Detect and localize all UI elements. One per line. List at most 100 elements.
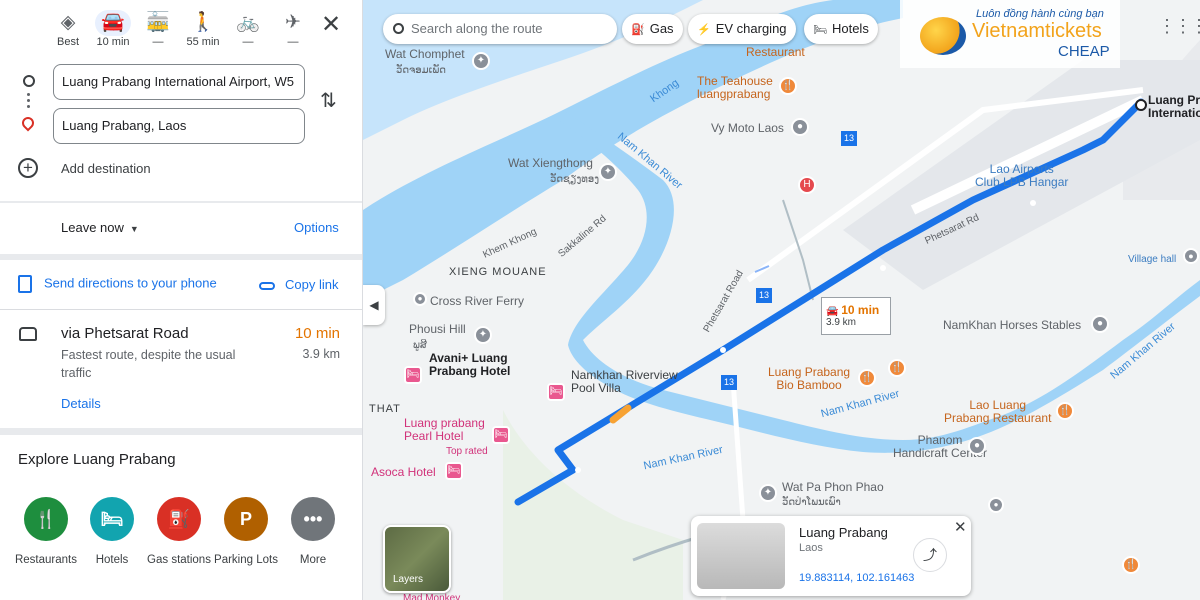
map-label[interactable]: NamKhan Horses Stables [943, 319, 1081, 332]
layers-button[interactable]: Layers [383, 525, 451, 593]
chip-label: Hotels [831, 21, 869, 36]
shop-icon[interactable]: ● [968, 437, 986, 455]
map-label: Mad Monkey [403, 593, 461, 600]
category-gas-stations[interactable]: ⛽ Gas stations [147, 497, 211, 568]
mode-flight[interactable]: ✈ — [271, 10, 315, 48]
place-coordinates[interactable]: 19.883114, 102.161463 [799, 572, 914, 584]
parking-icon: P [224, 497, 268, 541]
mode-best-label: Best [56, 36, 79, 48]
options-button[interactable]: Options [294, 220, 339, 235]
hotel-icon[interactable]: 🛏 [547, 383, 565, 401]
chip-ev-charging[interactable]: ⚡ EV charging [688, 14, 796, 44]
category-more[interactable]: ••• More [281, 497, 345, 568]
restaurant-icon[interactable]: 🍴 [858, 369, 876, 387]
restaurant-icon[interactable]: 🍴 [1056, 402, 1074, 420]
map-label[interactable]: Avani+ Luang Prabang Hotel [429, 352, 510, 378]
map-label[interactable]: Vy Moto Laos [711, 122, 784, 135]
temple-icon[interactable]: ✦ [474, 326, 492, 344]
search-along-route-input[interactable]: Search along the route [383, 14, 617, 44]
popup-time: 10 min [841, 303, 880, 317]
car-icon: 🚘 [101, 12, 125, 33]
map-label[interactable]: Wat Chomphet [385, 48, 465, 61]
map-label[interactable]: Wat Pa Phon Phao [782, 481, 884, 494]
mode-best[interactable]: ◈ Best [46, 10, 90, 48]
place-thumbnail[interactable] [697, 523, 785, 589]
chip-hotels[interactable]: 🛏 Hotels [804, 14, 878, 44]
hotel-icon[interactable]: 🛏 [445, 462, 463, 480]
mode-walking[interactable]: 🚶 55 min [181, 10, 225, 48]
swap-icon[interactable]: ⇅ [320, 88, 337, 113]
mode-driving[interactable]: 🚘 10 min [91, 10, 135, 48]
hotel-icon[interactable]: 🛏 [404, 366, 422, 384]
place-icon[interactable]: ● [988, 497, 1004, 513]
map-label[interactable]: The Teahouse luangprabang [697, 75, 773, 101]
close-icon[interactable]: ✕ [954, 518, 967, 536]
temple-icon[interactable]: ✦ [759, 484, 777, 502]
category-hotels[interactable]: 🛏 Hotels [80, 497, 144, 568]
bed-icon: 🛏 [90, 497, 134, 541]
map-label[interactable]: Wat Xiengthong [508, 157, 593, 170]
map-label[interactable]: Lao Airports Club LPB Hangar [975, 163, 1068, 189]
chip-gas[interactable]: ⛽ Gas [622, 14, 683, 44]
add-icon[interactable]: + [18, 158, 38, 178]
category-label: Hotels [95, 554, 129, 566]
restaurant-icon[interactable]: 🍴 [779, 77, 797, 95]
search-placeholder: Search along the route [411, 21, 543, 36]
copy-link-button[interactable]: Copy link [259, 277, 338, 292]
map-label[interactable]: Cross River Ferry [430, 295, 524, 308]
mode-cycling-label: — [242, 36, 254, 48]
place-icon[interactable]: ● [1091, 315, 1109, 333]
origin-input[interactable]: Luang Prabang International Airport, W5 [53, 64, 305, 100]
category-parking[interactable]: P Parking Lots [214, 497, 278, 568]
hospital-icon[interactable]: H [798, 176, 816, 194]
share-icon[interactable]: ⤴ [913, 538, 947, 572]
map-label: XIENG MOUANE [449, 266, 547, 278]
chip-label: EV charging [715, 21, 787, 36]
restaurant-icon[interactable]: 🍴 [888, 359, 906, 377]
mode-transit[interactable]: 🚋 — [136, 10, 180, 48]
apps-grid-icon[interactable]: ⋮⋮⋮ [1158, 16, 1200, 37]
route-time-popup[interactable]: 🚘 10 min 3.9 km [821, 297, 891, 335]
restaurant-icon[interactable]: 🍴 [1122, 556, 1140, 574]
bicycle-icon: 🚲 [236, 12, 260, 33]
map-label[interactable]: Namkhan Riverview Pool Villa [571, 369, 678, 395]
route-time: 10 min [294, 325, 340, 342]
map-label[interactable]: Phousi Hill [409, 323, 466, 336]
mode-cycling[interactable]: 🚲 — [226, 10, 270, 48]
map-label[interactable]: Restaurant [746, 46, 805, 59]
map-label[interactable]: Asoca Hotel [371, 466, 436, 479]
ferry-icon[interactable]: ● [413, 292, 427, 306]
collapse-panel-button[interactable]: ◀ [363, 285, 385, 325]
vietnamtickets-logo: Luôn đồng hành cùng bạn Vietnamtickets C… [900, 0, 1120, 68]
map-label: ວັດຈອມເພັດ [396, 65, 446, 76]
details-button[interactable]: Details [61, 396, 101, 411]
layers-label: Layers [393, 574, 424, 585]
logo-sub: CHEAP [1058, 43, 1110, 60]
map-label[interactable]: Lao Luang Prabang Restaurant [944, 399, 1051, 425]
map-label[interactable]: Luang Prabang Bio Bamboo [768, 366, 850, 392]
shop-icon[interactable]: ● [791, 118, 809, 136]
place-card[interactable]: Luang Prabang Laos 19.883114, 102.161463… [691, 516, 971, 596]
temple-icon[interactable]: ✦ [472, 52, 490, 70]
divider [0, 428, 362, 435]
send-to-phone-link[interactable]: Send directions to your phone [18, 275, 217, 293]
mode-transit-label: — [152, 36, 164, 48]
globe-logo-icon [920, 17, 966, 55]
caret-down-icon: ▼ [129, 224, 139, 234]
map-label[interactable]: Luang Pra Internatio [1148, 94, 1200, 120]
leave-now-dropdown[interactable]: Leave now ▼ [61, 220, 139, 235]
building-icon[interactable]: ● [1183, 248, 1199, 264]
route-name[interactable]: via Phetsarat Road [61, 325, 189, 342]
map-canvas[interactable]: Search along the route ⛽ Gas ⚡ EV charging… [363, 0, 1200, 600]
close-icon[interactable]: ✕ [316, 10, 346, 39]
ev-charging-icon: ⚡ [697, 24, 711, 36]
category-restaurants[interactable]: 🍴 Restaurants [14, 497, 78, 568]
map-label[interactable]: Village hall [1128, 253, 1176, 266]
bed-icon: 🛏 [813, 24, 827, 36]
map-label[interactable]: Luang prabang Pearl Hotel [404, 417, 485, 443]
hotel-icon[interactable]: 🛏 [492, 426, 510, 444]
temple-icon[interactable]: ✦ [599, 163, 617, 181]
more-icon: ••• [291, 497, 335, 541]
add-destination-button[interactable]: Add destination [61, 161, 151, 176]
destination-input[interactable]: Luang Prabang, Laos [53, 108, 305, 144]
